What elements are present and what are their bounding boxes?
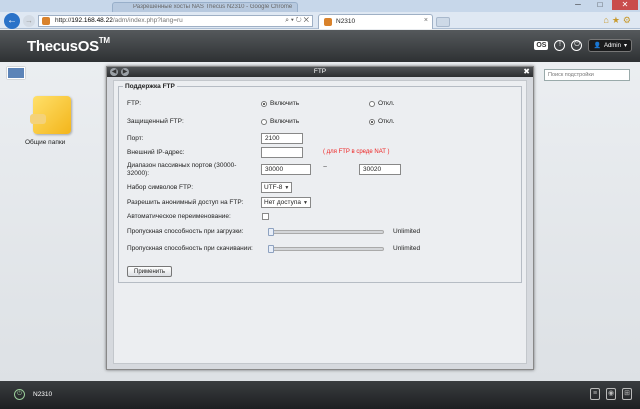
secure-ftp-disable-label: Откл. bbox=[378, 118, 395, 125]
header-icons: OS ! ⏻ 👤 Admin ▾ bbox=[534, 39, 632, 52]
ftp-disable-radio[interactable]: Откл. bbox=[369, 100, 395, 107]
new-tab-button[interactable] bbox=[436, 17, 450, 27]
radio-selected-icon bbox=[369, 118, 375, 125]
admin-label: Admin bbox=[603, 42, 621, 49]
port-input[interactable]: 2100 bbox=[261, 133, 303, 144]
secure-ftp-disable-radio[interactable]: Откл. bbox=[369, 118, 395, 125]
download-bandwidth-slider[interactable] bbox=[268, 245, 384, 253]
tray-icons: ≡ ◉ ⊞ bbox=[590, 388, 632, 400]
back-arrow-icon[interactable]: ← bbox=[4, 13, 20, 29]
url-domain: 192.168.48.22 bbox=[71, 17, 113, 24]
passive-range-label: Диапазон пассивных портов (30000-32000): bbox=[127, 162, 237, 177]
tab-favicon-icon bbox=[324, 18, 332, 26]
external-ip-label: Внешний IP-адрес: bbox=[127, 149, 185, 156]
charset-select[interactable]: UTF-8 ▼ bbox=[261, 182, 293, 193]
port-label: Порт: bbox=[127, 135, 144, 142]
logo-text: ThecusOS bbox=[27, 38, 99, 55]
taskbar: ⏻ N2310 ≡ ◉ ⊞ bbox=[0, 381, 640, 409]
radio-unselected-icon bbox=[261, 118, 267, 125]
secure-ftp-enable-label: Включить bbox=[270, 118, 300, 125]
admin-menu-button[interactable]: 👤 Admin ▾ bbox=[588, 39, 632, 52]
range-separator: ~ bbox=[323, 164, 328, 171]
background-tab-title: Разрешенные хосты NAS Thecus N2310 - Goo… bbox=[133, 4, 293, 10]
radio-selected-icon bbox=[261, 100, 267, 107]
browser-navbar: ← → http://192.168.48.22/adm/index.php?l… bbox=[0, 12, 640, 29]
browser-tools-icons[interactable]: ⌂★⚙ bbox=[603, 15, 634, 26]
storage-icon[interactable]: ≡ bbox=[590, 388, 600, 400]
auto-rename-label: Автоматическое переименование: bbox=[127, 213, 231, 220]
user-icon: 👤 bbox=[593, 43, 601, 49]
charset-value: UTF-8 bbox=[264, 184, 283, 191]
disk-icon[interactable]: ◉ bbox=[606, 388, 616, 400]
ftp-label: FTP: bbox=[127, 100, 142, 107]
radio-unselected-icon bbox=[369, 100, 375, 107]
url-path: /adm/index.php?lang=ru bbox=[112, 17, 183, 24]
window-close-button[interactable]: ✕ bbox=[612, 0, 638, 10]
device-power-icon[interactable]: ⏻ bbox=[14, 389, 25, 400]
tab-close-icon[interactable]: × bbox=[424, 17, 428, 24]
anonymous-label: Разрешить анонимный доступ на FTP: bbox=[127, 199, 244, 206]
external-ip-input[interactable] bbox=[261, 147, 303, 158]
settings-search-input[interactable]: Поиск подстройки bbox=[544, 69, 630, 81]
ftp-support-fieldset: Поддержка FTP FTP: Включить Откл. Защище… bbox=[118, 83, 522, 283]
window-close-icon[interactable]: ✖ bbox=[523, 67, 530, 76]
browser-tab-background[interactable]: Разрешенные хосты NAS Thecus N2310 - Goo… bbox=[112, 2, 298, 12]
chevron-down-icon: ▾ bbox=[623, 43, 627, 49]
forward-arrow-icon[interactable]: → bbox=[23, 15, 35, 27]
desktop-widget-icon[interactable] bbox=[7, 67, 25, 79]
slider-handle[interactable] bbox=[268, 245, 274, 253]
active-browser-tab[interactable]: N2310 × bbox=[318, 14, 433, 29]
passive-port-from-input[interactable]: 30000 bbox=[261, 164, 311, 175]
shared-folders-icon[interactable] bbox=[30, 96, 71, 134]
nat-note: ( для FTP в среде NAT ) bbox=[323, 149, 390, 155]
slider-handle[interactable] bbox=[268, 228, 274, 236]
ftp-window: ◀ ▶ FTP ✖ Поддержка FTP FTP: Включить От… bbox=[106, 66, 534, 370]
section-title: Поддержка FTP bbox=[125, 83, 175, 90]
download-bandwidth-value: Unlimited bbox=[393, 245, 421, 252]
active-tab-title: N2310 bbox=[336, 18, 356, 25]
charset-label: Набор символов FTP: bbox=[127, 184, 194, 191]
browser-tabstrip: Разрешенные хосты NAS Thecus N2310 - Goo… bbox=[0, 0, 640, 12]
upload-bandwidth-label: Пропускная способность при загрузки: bbox=[127, 228, 244, 235]
window-minimize-button[interactable]: ─ bbox=[568, 0, 588, 10]
ftp-disable-label: Откл. bbox=[378, 100, 395, 107]
auto-rename-checkbox[interactable] bbox=[262, 213, 269, 220]
ftp-enable-label: Включить bbox=[270, 100, 300, 107]
os-icon[interactable]: OS bbox=[534, 41, 549, 50]
thecus-logo: ThecusOSTM bbox=[27, 36, 110, 55]
address-bar[interactable]: http://192.168.48.22/adm/index.php?lang=… bbox=[38, 15, 313, 27]
info-icon[interactable]: ! bbox=[554, 40, 566, 51]
window-title: FTP bbox=[313, 68, 327, 75]
window-maximize-button[interactable]: □ bbox=[590, 0, 610, 10]
chevron-down-icon: ▼ bbox=[284, 184, 290, 191]
ftp-enable-radio[interactable]: Включить bbox=[261, 100, 299, 107]
anonymous-select[interactable]: Нет доступа ▼ bbox=[261, 197, 311, 208]
passive-port-to-input[interactable]: 30020 bbox=[359, 164, 401, 175]
chevron-down-icon: ▼ bbox=[302, 199, 308, 206]
network-icon[interactable]: ⊞ bbox=[622, 388, 632, 400]
secure-ftp-enable-radio[interactable]: Включить bbox=[261, 118, 299, 125]
address-search-icon[interactable]: ⌕ ▾ ↻ ✕ bbox=[285, 17, 309, 25]
app-header: ThecusOSTM OS ! ⏻ 👤 Admin ▾ bbox=[0, 30, 640, 62]
device-name: N2310 bbox=[33, 391, 53, 398]
address-text: http://192.168.48.22/adm/index.php?lang=… bbox=[55, 17, 183, 24]
shared-folders-label[interactable]: Общие папки bbox=[25, 139, 65, 146]
apply-button[interactable]: Применить bbox=[127, 266, 173, 277]
upload-bandwidth-value: Unlimited bbox=[393, 228, 421, 235]
logo-trademark: TM bbox=[98, 36, 110, 45]
anonymous-value: Нет доступа bbox=[264, 199, 301, 206]
site-favicon-icon bbox=[42, 17, 50, 25]
secure-ftp-label: Защищенный FTP: bbox=[127, 118, 184, 125]
upload-bandwidth-slider[interactable] bbox=[268, 228, 384, 236]
power-icon[interactable]: ⏻ bbox=[571, 40, 583, 51]
download-bandwidth-label: Пропускная способность при скачивании: bbox=[127, 245, 253, 252]
window-titlebar[interactable]: ◀ ▶ FTP ✖ bbox=[107, 67, 533, 77]
window-content: Поддержка FTP FTP: Включить Откл. Защище… bbox=[113, 80, 527, 364]
